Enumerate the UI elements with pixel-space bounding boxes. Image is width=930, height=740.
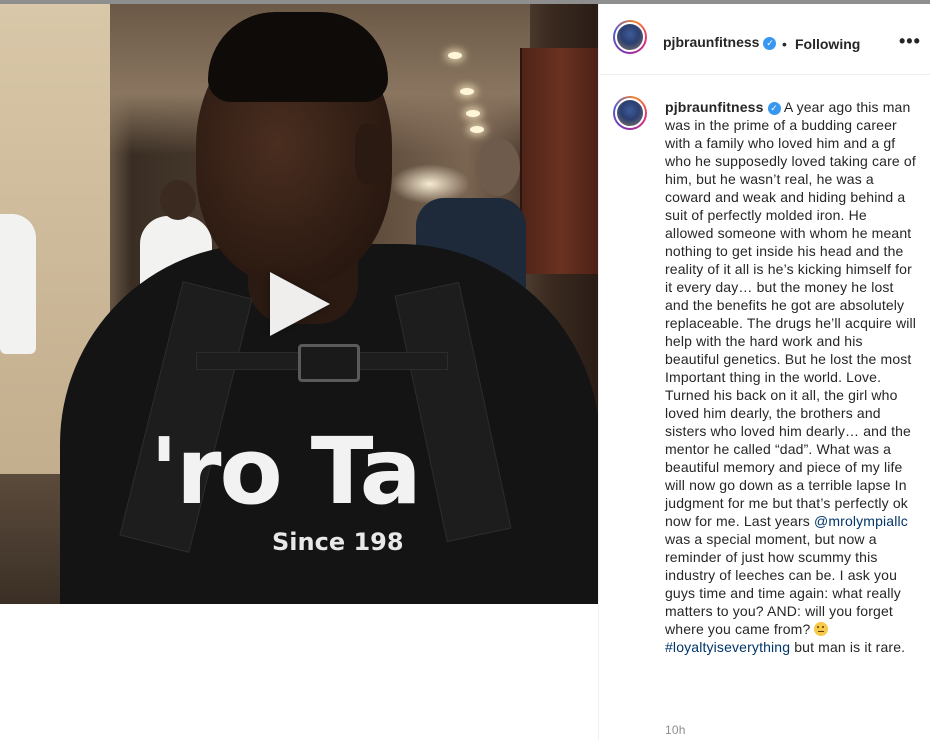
bystander bbox=[0, 214, 36, 354]
ceiling-light bbox=[470, 126, 484, 133]
caption-text: A year ago this man was in the prime of … bbox=[665, 99, 917, 529]
post-sidebar: pjbraunfitness ✓ • Following ••• pjbraunf… bbox=[598, 4, 930, 740]
caption-username[interactable]: pjbraunfitness bbox=[665, 99, 764, 115]
more-options-icon[interactable]: ••• bbox=[899, 31, 921, 52]
strap-buckle bbox=[298, 344, 360, 382]
ceiling-light bbox=[460, 88, 474, 95]
shirt-print-sub: Since 198 bbox=[272, 528, 404, 556]
verified-badge-icon: ✓ bbox=[763, 37, 777, 50]
ceiling-light bbox=[466, 110, 480, 117]
post-header: pjbraunfitness ✓ • Following ••• bbox=[599, 4, 930, 75]
caption-avatar[interactable] bbox=[613, 96, 647, 130]
mention-link[interactable]: @mrolympiallc bbox=[814, 513, 908, 529]
ceiling-light bbox=[448, 52, 462, 59]
following-button[interactable]: Following bbox=[795, 36, 860, 52]
header-username[interactable]: pjbraunfitness ✓ bbox=[663, 34, 777, 50]
verified-badge-icon: ✓ bbox=[767, 102, 781, 115]
caption-text: was a special moment, but now a reminder… bbox=[665, 531, 901, 637]
thinking-face-icon bbox=[814, 622, 829, 636]
hashtag-link[interactable]: #loyaltyiseverything bbox=[665, 639, 790, 655]
post-caption: pjbraunfitness ✓ A year ago this man was … bbox=[665, 98, 917, 656]
avatar[interactable] bbox=[613, 20, 647, 54]
post-video[interactable]: 'ro Tai Since 198 bbox=[0, 4, 598, 604]
door bbox=[520, 48, 598, 274]
separator-dot: • bbox=[782, 36, 787, 52]
play-icon[interactable] bbox=[270, 272, 330, 336]
post-timestamp[interactable]: 10h bbox=[665, 723, 686, 737]
caption-text: but man is it rare. bbox=[790, 639, 906, 655]
shirt-print: 'ro Tai bbox=[150, 422, 420, 522]
